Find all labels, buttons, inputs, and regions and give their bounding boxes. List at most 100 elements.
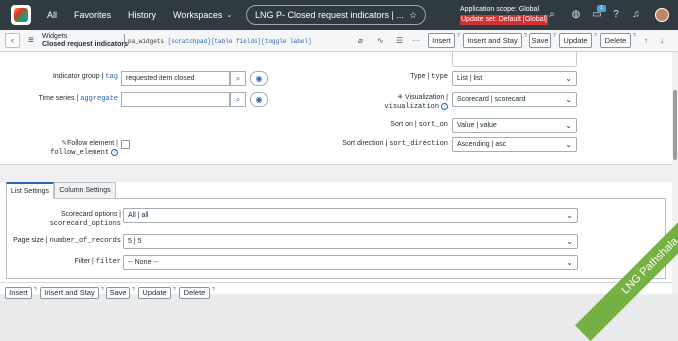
type-tech: type <box>431 73 448 81</box>
help-icon[interactable]: ? <box>173 287 176 293</box>
search-icon[interactable]: ⌕ <box>230 92 246 107</box>
follow-element-checkbox[interactable] <box>121 140 130 149</box>
logo-mark <box>14 8 28 22</box>
delete-button[interactable]: Delete <box>600 33 631 48</box>
chevron-down-icon: ⌄ <box>566 211 573 220</box>
sort-direction-select[interactable]: Ascending | asc ⌄ <box>452 137 577 152</box>
menu-workspaces[interactable]: Workspaces <box>173 10 222 20</box>
chevron-down-icon: ⌄ <box>565 140 572 149</box>
help-icon[interactable]: ? <box>633 33 636 39</box>
globe-icon[interactable]: ◍ <box>570 9 582 21</box>
arrow-down-icon[interactable]: ↓ <box>660 36 664 45</box>
avatar[interactable] <box>655 8 669 22</box>
activity-icon[interactable]: ∿ <box>377 36 384 45</box>
update-set: Update set: Default [Global] <box>460 15 548 25</box>
chevron-down-icon: ⌄ <box>565 74 572 83</box>
filter-text: Filter <box>74 258 91 265</box>
search-icon[interactable]: ⌕ <box>230 71 246 86</box>
help-icon[interactable]: ? <box>101 287 104 293</box>
table-name: pa_widgets <box>128 38 165 45</box>
visualization-text: Visualization <box>405 94 445 101</box>
menu-all[interactable]: All <box>47 10 57 20</box>
section-tabs: List Settings Column Settings <box>6 182 666 199</box>
footer-insert-button[interactable]: Insert <box>5 287 32 299</box>
scope-indicator[interactable]: Application scope: Global Update set: De… <box>460 5 548 25</box>
workspaces-chevron-icon[interactable]: ⌄ <box>226 11 232 19</box>
indicator-group-field[interactable]: requested item closed <box>121 71 230 86</box>
chevron-down-icon: ⌄ <box>565 121 572 130</box>
footer-insert-and-stay-button[interactable]: Insert and Stay <box>40 287 99 299</box>
scratchpad-links[interactable]: [scratchpad][table fields][toggle label] <box>168 38 312 45</box>
page-size-select[interactable]: 5 | 5 ⌄ <box>123 234 578 249</box>
help-icon[interactable]: ? <box>524 33 527 39</box>
search-icon[interactable]: ⌕ <box>546 9 558 21</box>
chevron-down-icon: ⌄ <box>566 258 573 267</box>
time-series-label: Time series | aggregate <box>38 95 118 103</box>
sort-on-select[interactable]: Value | value ⌄ <box>452 118 577 133</box>
tab-column-settings[interactable]: Column Settings <box>54 182 116 199</box>
menu-history[interactable]: History <box>128 10 156 20</box>
update-button[interactable]: Update <box>559 33 592 48</box>
preview-eye-icon[interactable]: ◉ <box>250 71 268 86</box>
save-button[interactable]: Save <box>529 33 551 48</box>
time-series-field[interactable] <box>121 92 230 107</box>
help-icon[interactable]: ? <box>610 9 622 21</box>
filter-select[interactable]: -- None -- ⌄ <box>123 255 578 270</box>
sort-direction-tech: sort_direction <box>389 140 448 148</box>
help-icon[interactable]: ? <box>132 287 135 293</box>
arrow-up-icon[interactable]: ↑ <box>644 36 648 45</box>
app-logo[interactable] <box>11 5 31 25</box>
settings-icon[interactable]: ☰ <box>396 36 403 45</box>
more-icon[interactable]: ··· <box>412 36 420 45</box>
tab-list-settings[interactable]: List Settings <box>6 182 54 199</box>
menu-favorites[interactable]: Favorites <box>74 10 111 20</box>
help-icon[interactable]: ? <box>553 33 556 39</box>
type-select[interactable]: List | list ⌄ <box>452 71 577 86</box>
time-series-tech[interactable]: aggregate <box>80 95 118 103</box>
sort-direction-label: Sort direction | sort_direction <box>342 140 448 148</box>
description-field[interactable] <box>452 52 577 67</box>
back-button[interactable]: ‹ <box>5 33 20 48</box>
insert-button[interactable]: Insert <box>428 33 455 48</box>
list-settings-panel: Scorecard options | scorecard_options All… <box>6 199 666 279</box>
record-tab-pill[interactable]: LNG P- Closed request indicators | ... ☆ <box>246 5 426 25</box>
time-series-text: Time series <box>38 95 75 102</box>
scorecard-options-select[interactable]: All | all ⌄ <box>123 208 578 223</box>
sort-on-label: Sort on | sort_on <box>390 121 448 129</box>
required-icon: ✳ <box>397 94 404 101</box>
help-icon[interactable]: ? <box>594 33 597 39</box>
menu-icon[interactable]: ≡ <box>28 35 34 46</box>
help-icon[interactable]: ? <box>457 33 460 39</box>
help-icon[interactable]: ? <box>212 287 215 293</box>
scorecard-options-tech: scorecard_options <box>49 220 121 228</box>
section-divider <box>0 164 672 182</box>
help-icon[interactable]: ? <box>34 287 37 293</box>
preview-eye-icon[interactable]: ◉ <box>250 92 268 107</box>
footer-save-button[interactable]: Save <box>106 287 130 299</box>
footer-update-button[interactable]: Update <box>138 287 171 299</box>
chevron-down-icon: ⌄ <box>565 95 572 104</box>
type-text: Type <box>410 73 426 80</box>
application-scope: Application scope: Global <box>460 6 539 13</box>
chevron-down-icon: ⌄ <box>566 237 573 246</box>
scorecard-options-value: All | all <box>128 212 149 219</box>
indicator-group-tech[interactable]: tag <box>105 73 118 81</box>
footer-delete-button[interactable]: Delete <box>179 287 210 299</box>
help-icon[interactable]: ? <box>111 148 118 156</box>
page-size-text: Page size <box>13 237 44 244</box>
header-links[interactable]: pa_widgets [scratchpad][table fields][to… <box>128 38 312 45</box>
visualization-label: ✳ Visualization | visualization ? <box>384 94 448 111</box>
page-size-label: Page size | number_of_records <box>13 237 121 245</box>
form-footer: Insert ? Insert and Stay ? Save ? Update… <box>0 282 672 299</box>
visualization-select[interactable]: Scorecard | scorecard ⌄ <box>452 92 577 107</box>
paperclip-icon[interactable]: ⌀ <box>358 36 363 45</box>
scrollbar-thumb[interactable] <box>673 90 677 160</box>
star-icon[interactable]: ☆ <box>409 10 417 21</box>
bell-icon[interactable]: ♫ <box>630 9 642 21</box>
help-icon[interactable]: ? <box>441 102 448 110</box>
scorecard-options-label: Scorecard options | scorecard_options <box>49 211 121 228</box>
scorecard-options-text: Scorecard options <box>60 211 118 218</box>
follow-element-label: ✎Follow element | follow_element ? <box>50 140 118 157</box>
filter-value: -- None -- <box>128 259 158 266</box>
insert-and-stay-button[interactable]: Insert and Stay <box>463 33 522 48</box>
